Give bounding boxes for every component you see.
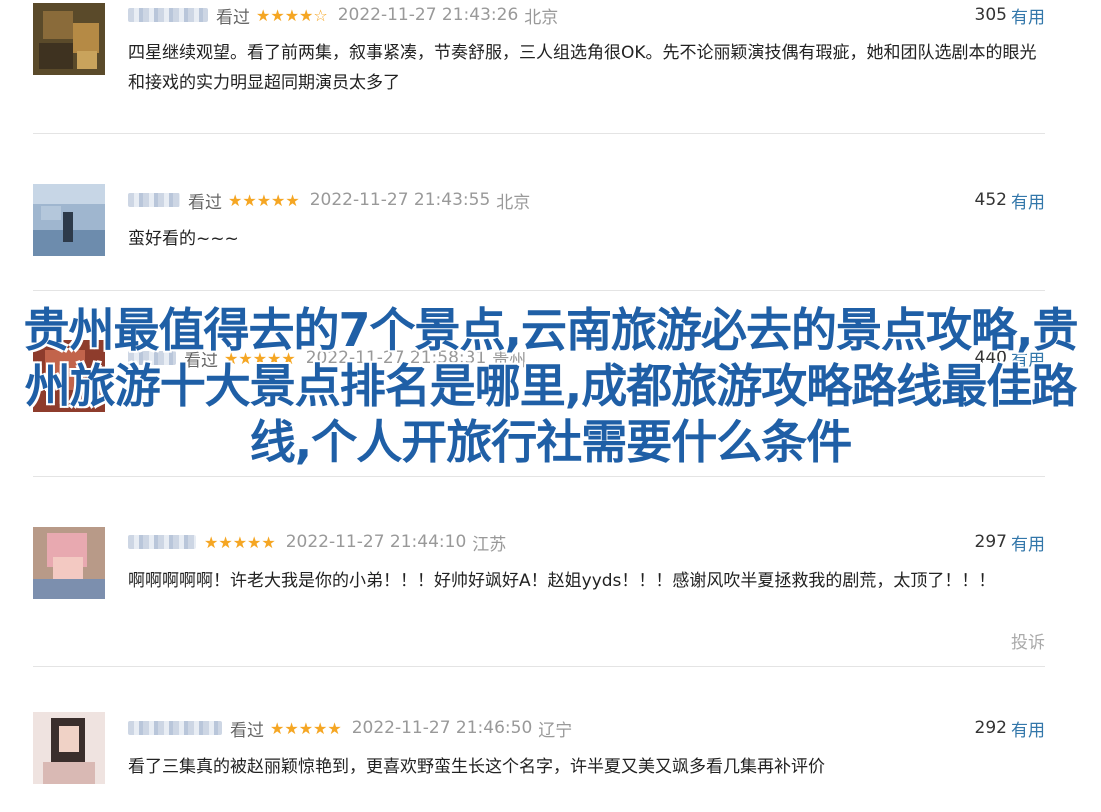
review-content: 啊啊啊啊啊！许老大我是你的小弟！！！好帅好飒好A！赵姐yyds！！！感谢风吹半夏… — [128, 571, 996, 591]
review-page: 看过 ★★★★☆ 2022-11-27 21:43:26 北京 305 有用 四… — [0, 0, 1101, 812]
avatar[interactable] — [33, 527, 105, 599]
watched-status: 看过 — [188, 192, 222, 213]
divider — [33, 290, 1045, 291]
review-meta: ★★★★★ 2022-11-27 21:44:10 江苏 — [128, 530, 507, 555]
avatar[interactable] — [33, 712, 105, 784]
review-content: 四星继续观望。看了前两集，叙事紧凑，节奏舒服，三人组选角很OK。先不论丽颖演技偶… — [128, 43, 1037, 93]
useful-button[interactable]: 有用 — [1011, 530, 1045, 555]
useful-count: 305 — [974, 5, 1007, 25]
username[interactable] — [128, 721, 222, 735]
review-meta: 看过 ★★★★★ 2022-11-27 21:43:55 北京 — [128, 188, 531, 213]
review-location: 辽宁 — [538, 720, 573, 741]
useful-count: 297 — [974, 532, 1007, 552]
star-rating: ★★★★★ — [228, 190, 300, 210]
useful-button[interactable]: 有用 — [1011, 716, 1045, 741]
useful-count: 452 — [974, 190, 1007, 210]
divider — [33, 476, 1045, 477]
divider — [33, 666, 1045, 667]
username[interactable] — [128, 535, 196, 549]
review-content: 蛮好看的~~~ — [128, 229, 239, 249]
useful-button[interactable]: 有用 — [1011, 188, 1045, 213]
star-rating: ★★★★★ — [270, 718, 342, 738]
star-rating: ★★★★★ — [204, 532, 276, 552]
report-link[interactable]: 投诉 — [1011, 628, 1045, 653]
avatar[interactable] — [33, 184, 105, 256]
review-time: 2022-11-27 21:44:10 — [285, 532, 467, 552]
review-content: 看了三集真的被赵丽颖惊艳到，更喜欢野蛮生长这个名字，许半夏又美又飒多看几集再补评… — [128, 757, 825, 777]
divider — [33, 133, 1045, 134]
review-time: 2022-11-27 21:43:55 — [309, 190, 491, 210]
useful-vote: 452 有用 — [974, 188, 1045, 213]
avatar[interactable] — [33, 3, 105, 75]
review-location: 江苏 — [472, 534, 507, 555]
username[interactable] — [128, 8, 208, 22]
watched-status: 看过 — [230, 720, 264, 741]
review-location: 北京 — [496, 192, 531, 213]
useful-vote: 297 有用 — [974, 530, 1045, 555]
useful-vote: 305 有用 — [974, 3, 1045, 28]
useful-button[interactable]: 有用 — [1011, 3, 1045, 28]
username[interactable] — [128, 193, 180, 207]
review-time: 2022-11-27 21:46:50 — [351, 718, 533, 738]
review-location: 北京 — [524, 7, 559, 28]
overlay-title: 贵州最值得去的7个景点,云南旅游必去的景点攻略,贵州旅游十大景点排名是哪里,成都… — [23, 303, 1079, 469]
review-time: 2022-11-27 21:43:26 — [337, 5, 519, 25]
star-rating: ★★★★☆ — [256, 5, 328, 25]
useful-count: 292 — [974, 718, 1007, 738]
watched-status: 看过 — [216, 7, 250, 28]
useful-vote: 292 有用 — [974, 716, 1045, 741]
review-meta: 看过 ★★★★★ 2022-11-27 21:46:50 辽宁 — [128, 716, 573, 741]
review-meta: 看过 ★★★★☆ 2022-11-27 21:43:26 北京 — [128, 3, 559, 28]
